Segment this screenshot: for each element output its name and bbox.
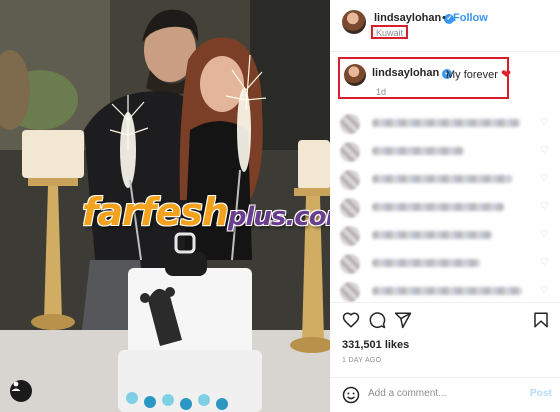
post-comment-button[interactable]: Post [530, 388, 552, 399]
caption-avatar[interactable] [344, 64, 366, 86]
separator-dot: • [442, 12, 446, 24]
watermark-logo: farfeshplus.com [82, 190, 330, 234]
comment-composer: Post [330, 377, 560, 412]
list-item: ♡ [330, 248, 560, 278]
comment-blurred-text [372, 231, 492, 239]
comment-avatar[interactable] [340, 170, 360, 190]
list-item: ♡ [330, 108, 560, 138]
share-icon[interactable] [394, 311, 412, 329]
comment-avatar[interactable] [340, 282, 360, 302]
like-heart-icon[interactable]: ♡ [540, 257, 550, 268]
comment-blurred-text [372, 175, 512, 183]
comment-blurred-text [372, 203, 504, 211]
like-heart-icon[interactable]: ♡ [540, 117, 550, 128]
caption-text: My forever ❤ [446, 67, 511, 81]
comment-avatar[interactable] [340, 226, 360, 246]
caption-username[interactable]: lindsaylohan ✓ [372, 67, 453, 79]
username-label[interactable]: lindsaylohan [374, 12, 441, 24]
follow-button[interactable]: Follow [453, 12, 488, 24]
caption-message: My forever [446, 69, 498, 81]
comment-avatar[interactable] [340, 142, 360, 162]
caption-username-label[interactable]: lindsaylohan [372, 67, 439, 79]
heart-icon[interactable] [342, 311, 360, 329]
location-highlight: Kuwait [371, 25, 409, 39]
post-header: lindsaylohan ✓ • Follow Kuwait [330, 0, 560, 52]
comment-blurred-text [372, 119, 520, 127]
post-actions: 331,501 likes 1 DAY AGO Post [330, 302, 560, 412]
post-time-ago[interactable]: 1 DAY AGO [342, 357, 381, 364]
likes-count[interactable]: 331,501 likes [342, 339, 409, 351]
like-heart-icon[interactable]: ♡ [540, 201, 550, 212]
like-heart-icon[interactable]: ♡ [540, 229, 550, 240]
post-location[interactable]: Kuwait [376, 28, 403, 38]
comment-avatar[interactable] [340, 114, 360, 134]
caption-timestamp[interactable]: 1d [376, 87, 386, 97]
comment-avatar[interactable] [340, 254, 360, 274]
like-heart-icon[interactable]: ♡ [540, 173, 550, 184]
caption-highlight: lindsaylohan ✓ My forever ❤ [338, 57, 511, 99]
list-item: ♡ [330, 164, 560, 194]
avatar[interactable] [342, 10, 366, 34]
red-heart-emoji: ❤ [501, 67, 512, 81]
comment-input[interactable] [368, 388, 518, 399]
comment-avatar[interactable] [340, 198, 360, 218]
list-item: ♡ [330, 220, 560, 250]
post-sidebar: lindsaylohan ✓ • Follow Kuwait lindsayloh… [330, 0, 560, 412]
like-heart-icon[interactable]: ♡ [540, 285, 550, 296]
comment-icon[interactable] [368, 311, 386, 329]
emoji-icon[interactable] [342, 386, 360, 404]
comment-blurred-text [372, 147, 464, 155]
comments-list: ♡ ♡ ♡ ♡ ♡ ♡ ♡ [330, 108, 560, 302]
list-item: ♡ [330, 136, 560, 166]
bookmark-icon[interactable] [532, 311, 550, 329]
person-icon [11, 381, 21, 391]
list-item: ♡ [330, 192, 560, 222]
comment-blurred-text [372, 287, 522, 295]
comment-blurred-text [372, 259, 480, 267]
tagged-user-icon[interactable] [10, 380, 32, 402]
like-heart-icon[interactable]: ♡ [540, 145, 550, 156]
post-photo[interactable]: farfeshplus.com [0, 0, 330, 412]
